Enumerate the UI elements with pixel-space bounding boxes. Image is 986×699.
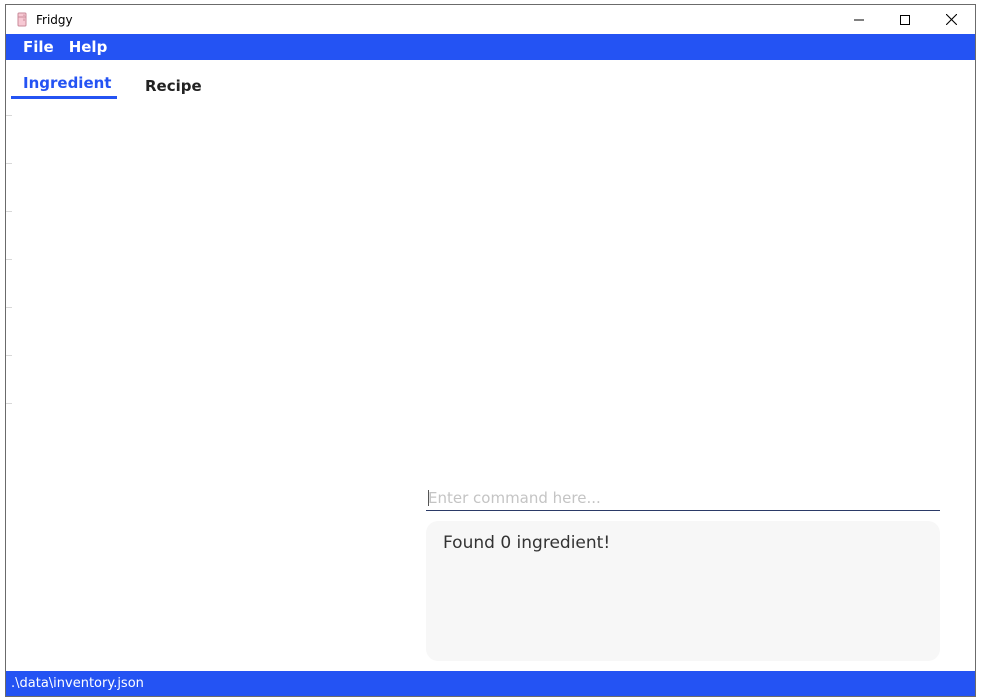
menu-file[interactable]: File: [6, 34, 54, 60]
text-caret: [428, 490, 429, 506]
tab-selected-indicator: [11, 96, 117, 99]
menu-help[interactable]: Help: [54, 34, 108, 60]
maximize-button[interactable]: [882, 5, 928, 34]
menu-bar: File Help: [6, 34, 975, 60]
list-divider: [6, 403, 12, 404]
list-divider: [6, 259, 12, 260]
list-divider: [6, 115, 12, 116]
result-display: Found 0 ingredient!: [426, 521, 940, 661]
tab-recipe[interactable]: Recipe: [145, 77, 202, 95]
list-divider: [6, 307, 12, 308]
minimize-icon: [854, 19, 864, 20]
window-title: Fridgy: [36, 13, 73, 27]
app-window: Fridgy File Help Ingredient Recipe Enter…: [5, 4, 976, 697]
minimize-button[interactable]: [836, 5, 882, 34]
command-input[interactable]: [426, 485, 940, 511]
close-icon: [945, 14, 957, 25]
title-bar[interactable]: Fridgy: [6, 5, 975, 34]
result-message: Found 0 ingredient!: [443, 533, 611, 553]
list-divider: [6, 163, 12, 164]
main-content: Ingredient Recipe Found 0 ingredient!: [6, 60, 975, 671]
maximize-icon: [900, 14, 910, 25]
close-button[interactable]: [928, 5, 974, 34]
list-divider: [6, 211, 12, 212]
tab-ingredient[interactable]: Ingredient: [23, 74, 111, 92]
data-file-path: .\data\inventory.json: [11, 676, 144, 691]
status-bar: .\data\inventory.json: [6, 671, 975, 696]
list-divider: [6, 355, 12, 356]
fridge-icon: [17, 12, 27, 27]
